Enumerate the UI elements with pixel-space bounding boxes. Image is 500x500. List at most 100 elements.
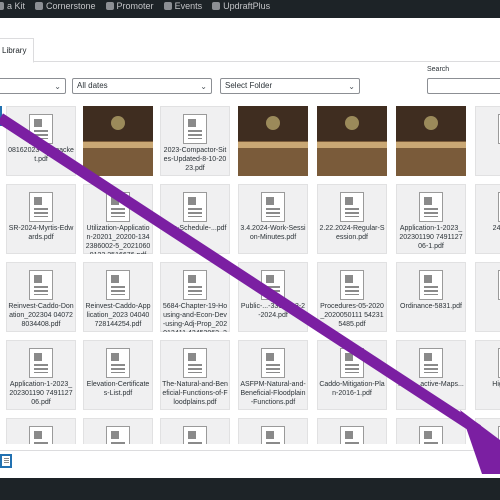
photo-thumbnail-shape — [238, 142, 308, 148]
attachment-document-tile[interactable]: Ordin — [475, 262, 500, 332]
admin-bar-item-label: UpdraftPlus — [223, 1, 271, 11]
admin-bar-item[interactable]: UpdraftPlus — [212, 0, 270, 13]
admin-bar-item[interactable]: Cornerstone — [35, 0, 96, 13]
media-toolbar-footer — [0, 450, 500, 478]
attachment-document-tile[interactable]: SR-2024-Myrtis-Edwards.pdf — [6, 184, 76, 254]
attachment-filename: 24-3 notice — [492, 225, 500, 232]
document-icon — [183, 270, 207, 300]
attachment-document-tile[interactable]: ASFPM-Natural-and-Beneficial-Floodplain-… — [238, 340, 308, 410]
attachment-document-tile[interactable]: Protecting-Water-Quality-from- — [83, 418, 153, 444]
document-icon — [261, 192, 285, 222]
attachment-filename: SR- — [477, 146, 500, 155]
admin-bar-icon — [0, 2, 4, 10]
attachment-document-tile[interactable]: Application-1-2023_202301190 749112706-1… — [396, 184, 466, 254]
attachment-filename: ASFPM-Natural-and-Beneficial-Floodplain-… — [240, 381, 306, 406]
admin-bar-icon — [35, 2, 44, 10]
document-icon — [340, 348, 364, 378]
admin-bar-item-label: Events — [174, 1, 203, 11]
attachment-document-tile[interactable]: 5684-Chapter-19-Housing-and-Econ-Dev-usi… — [160, 262, 230, 332]
attachment-document-tile[interactable]: Solution-to-Stormwater- — [6, 418, 76, 444]
admin-bar-item[interactable]: a Kit — [0, 0, 25, 13]
attachment-document-tile[interactable]: Elevation-Certificates-List.pdf — [83, 340, 153, 410]
document-icon — [419, 348, 443, 378]
attachment-photo-tile[interactable] — [83, 106, 153, 176]
attachment-filename: Reinvest-Caddo-Donation_202304 040728034… — [8, 303, 74, 328]
attachment-filename: Application-1-2023_202301190 749112706.p… — [9, 381, 73, 406]
photo-thumbnail-shape — [424, 116, 438, 130]
attachment-document-tile[interactable]: High Marks — [475, 340, 500, 410]
document-icon — [183, 192, 207, 222]
date-filter-value: All dates — [77, 81, 108, 90]
attachment-document-tile[interactable]: Caddo-Mitigation-Plan-2016-1.pdf — [317, 340, 387, 410]
attachment-document-tile[interactable]: The-Natural-and-Beneficial-Functions-of-… — [160, 340, 230, 410]
attachment-document-tile[interactable] — [396, 418, 466, 444]
folder-filter-value: Select Folder — [225, 81, 273, 90]
folder-filter[interactable]: Select Folder ⌄ — [220, 78, 360, 94]
attachment-document-tile[interactable]: ...ee-Schedule-...pdf — [160, 184, 230, 254]
attachment-document-tile[interactable]: New-...active-Maps... — [396, 340, 466, 410]
attachment-document-tile[interactable]: Application-1-2023_202301190 749112706.p… — [6, 340, 76, 410]
photo-thumbnail-shape — [111, 116, 125, 130]
document-icon — [106, 270, 130, 300]
attachment-document-tile[interactable]: Utilization-Application-20201_20200-1342… — [83, 184, 153, 254]
admin-bar-item[interactable]: Promoter — [105, 0, 154, 13]
attachment-document-tile[interactable]: Reinvest-Caddo-Application_2023 04040728… — [83, 262, 153, 332]
attachment-document-tile[interactable]: 24-3 notice — [475, 184, 500, 254]
admin-bar-item-label: Promoter — [116, 1, 154, 11]
attachment-document-tile[interactable]: 3.4.2024-Work-Session-Minutes.pdf — [238, 184, 308, 254]
media-library-modal: Library ⌄ All dates ⌄ Select Folder ⌄ Se… — [0, 18, 500, 478]
attachment-photo-tile[interactable] — [238, 106, 308, 176]
attachment-filename: High Marks — [492, 381, 500, 388]
photo-thumbnail-shape — [345, 116, 359, 130]
document-icon — [261, 270, 285, 300]
document-icon — [340, 270, 364, 300]
attachment-filename: The-Natural-and-Beneficial-Functions-of-… — [162, 381, 228, 406]
attachment-document-tile[interactable]: Reinvest-Caddo-Donation_202304 040728034… — [6, 262, 76, 332]
attachment-document-tile[interactable]: Caddo-Storm-Water-Management- — [238, 418, 308, 444]
document-icon — [29, 426, 53, 444]
chevron-down-icon: ⌄ — [200, 82, 207, 91]
attachment-document-tile[interactable] — [160, 418, 230, 444]
selected-attachment-thumbnail[interactable] — [0, 454, 12, 468]
document-icon — [106, 348, 130, 378]
document-icon — [261, 426, 285, 444]
attachment-filename: Application-1-2023_202301190 749112706-1… — [399, 225, 463, 250]
document-icon — [106, 192, 130, 222]
document-icon — [419, 426, 443, 444]
attachment-filename: 2023-Compactor-Sites-Updated-8-10-2023.p… — [163, 147, 227, 172]
attachment-document-tile[interactable]: Phase-VI-Final- — [317, 418, 387, 444]
photo-thumbnail-shape — [266, 116, 280, 130]
attachment-document-tile[interactable]: 2.22.2024-Regular-Session.pdf — [317, 184, 387, 254]
attachment-photo-tile[interactable] — [396, 106, 466, 176]
date-filter[interactable]: All dates ⌄ — [72, 78, 212, 94]
attachment-filename: SR-2024-Myrtis-Edwards.pdf — [8, 225, 74, 241]
admin-bar-icon — [212, 2, 221, 10]
attachment-document-tile[interactable]: Rec — [475, 418, 500, 444]
attachment-document-tile[interactable]: 08162023-bus-packet.pdf — [6, 106, 76, 176]
attachment-document-tile[interactable]: 2023-Compactor-Sites-Updated-8-10-2023.p… — [160, 106, 230, 176]
document-icon — [29, 348, 53, 378]
document-icon — [183, 426, 207, 444]
photo-thumbnail-shape — [396, 142, 466, 148]
tab-media-library[interactable]: Library — [0, 38, 34, 63]
chevron-down-icon: ⌄ — [54, 82, 61, 91]
document-icon — [183, 348, 207, 378]
search-input[interactable] — [427, 78, 500, 94]
media-type-filter[interactable]: ⌄ — [0, 78, 66, 94]
attachment-filename: Utilization-Application-20201_20200-1342… — [85, 225, 151, 254]
attachment-document-tile[interactable]: SR- — [475, 106, 500, 176]
document-icon — [340, 426, 364, 444]
document-icon — [419, 192, 443, 222]
attachment-document-tile[interactable]: Ordinance-5831.pdf — [396, 262, 466, 332]
modal-tab-bar: Library — [0, 18, 500, 63]
attachment-filename: 08162023-bus-packet.pdf — [8, 147, 74, 163]
admin-bar-icon — [163, 2, 172, 10]
document-icon — [106, 426, 130, 444]
attachment-document-tile[interactable]: Public-...-336-for-3-2-2024.pdf — [238, 262, 308, 332]
admin-bar-item[interactable]: Events — [163, 0, 203, 13]
attachment-document-tile[interactable]: Procedures-05-2020_2020050111 542315485.… — [317, 262, 387, 332]
attachments-grid: 08162023-bus-packet.pdf 2023-Compactor-Si… — [0, 104, 500, 444]
attachment-filename: Elevation-Certificates-List.pdf — [86, 381, 150, 397]
attachment-photo-tile[interactable] — [317, 106, 387, 176]
chevron-down-icon: ⌄ — [348, 82, 355, 91]
